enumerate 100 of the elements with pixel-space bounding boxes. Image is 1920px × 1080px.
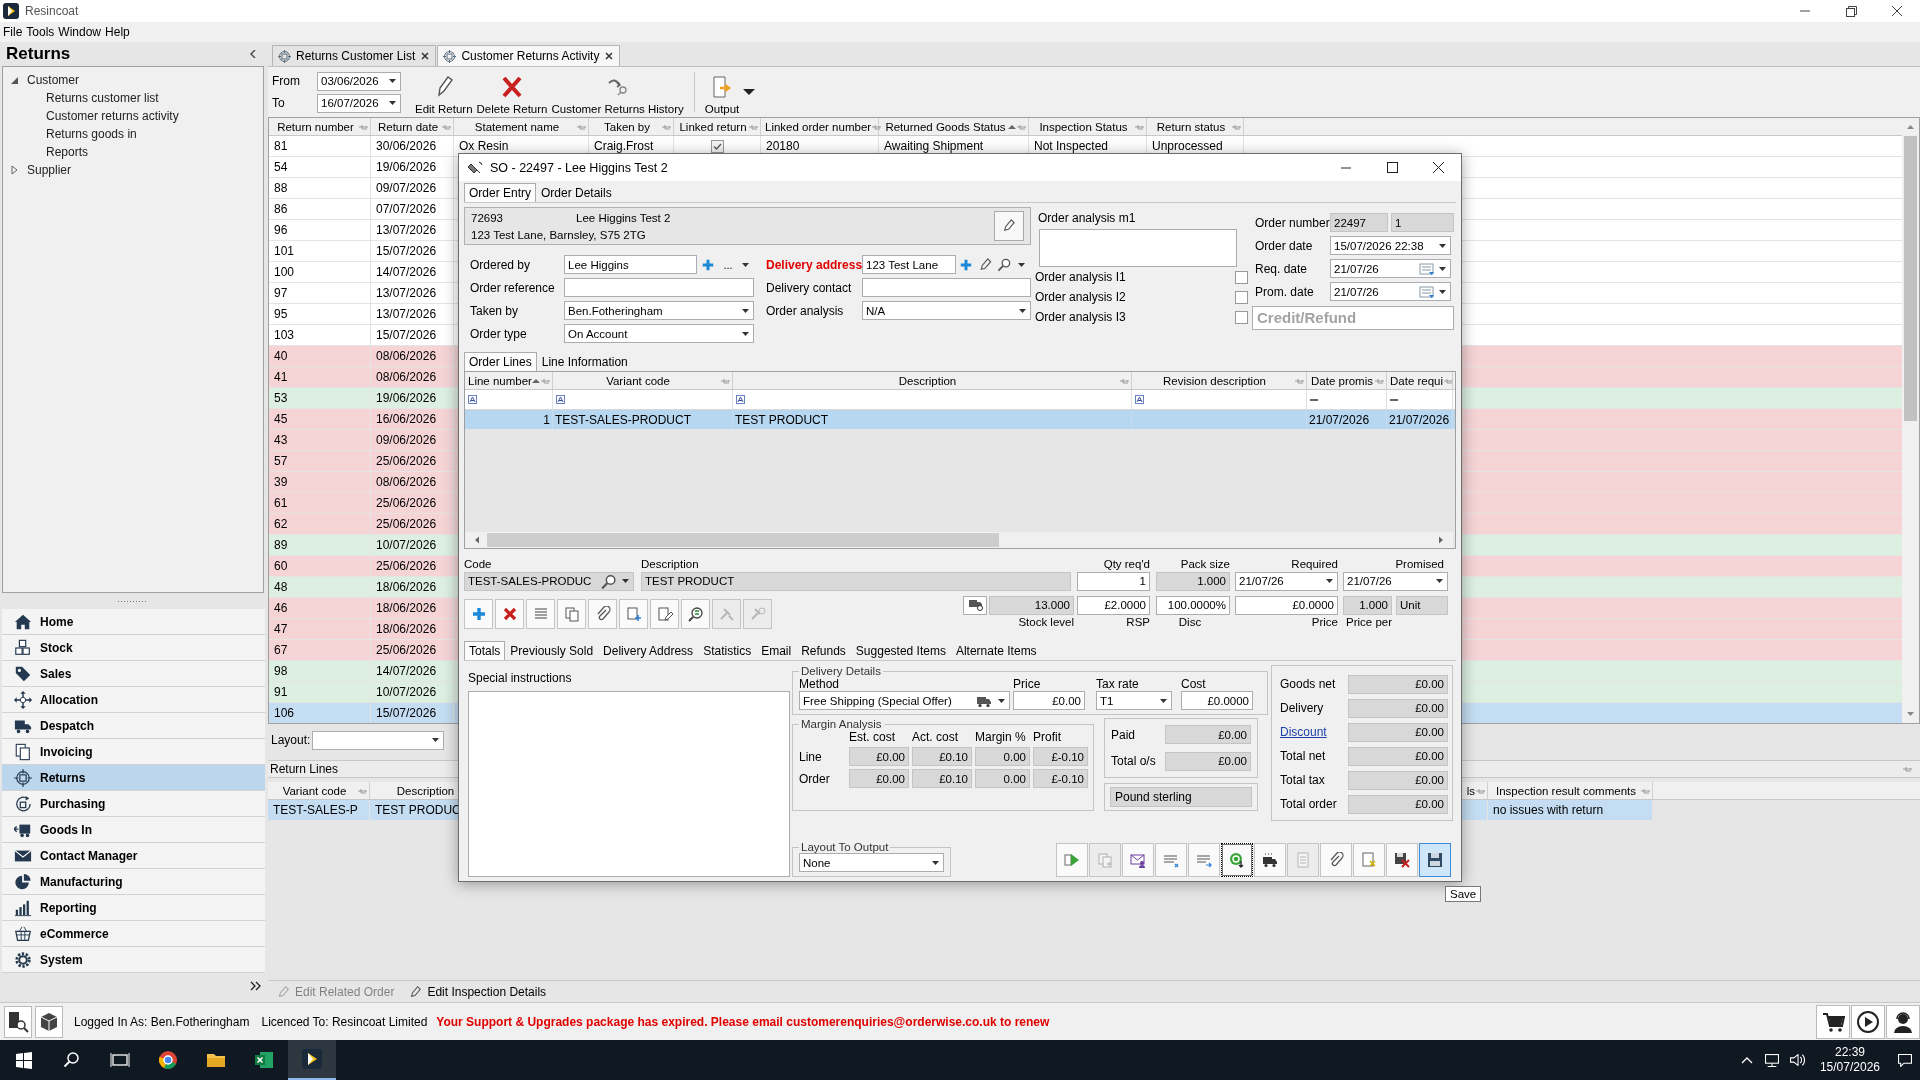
menu-item[interactable]: File xyxy=(3,25,27,39)
dropdown[interactable]: Ben.Fotheringham xyxy=(564,301,754,320)
paperclip-button[interactable] xyxy=(1320,843,1352,877)
total-field[interactable]: £0.00 xyxy=(1348,746,1448,766)
tree-item[interactable]: Returns customer list xyxy=(46,91,159,105)
column-header[interactable]: Return number xyxy=(269,118,371,135)
tab[interactable]: Alternate Items xyxy=(950,641,1042,660)
tab[interactable]: Previously Sold xyxy=(505,641,599,660)
value-field[interactable]: £-0.10 xyxy=(1033,747,1088,766)
address-field[interactable]: 123 Test Lane xyxy=(862,255,956,274)
price-per-field[interactable]: 1.000 xyxy=(1343,595,1392,615)
expand-toggle-icon[interactable] xyxy=(10,164,20,176)
tab[interactable]: Totals xyxy=(464,641,506,660)
dropdown[interactable]: N/A xyxy=(862,301,1031,320)
discount-field[interactable]: 100.0000% xyxy=(1156,595,1230,615)
code-field[interactable]: TEST-SALES-PRODUC xyxy=(464,571,634,591)
value-field[interactable]: £-0.10 xyxy=(1033,769,1088,788)
text-field[interactable] xyxy=(862,278,1031,297)
price-field[interactable]: £0.0000 xyxy=(1235,595,1338,615)
column-header[interactable]: Return date xyxy=(371,118,454,135)
delete-button[interactable]: Delete Return xyxy=(474,69,550,115)
cost-field[interactable]: £0.0000 xyxy=(1181,691,1253,710)
column-header[interactable]: Date requi xyxy=(1387,372,1453,389)
column-header[interactable]: Variant code xyxy=(553,372,733,389)
tree-item[interactable]: Returns goods in xyxy=(46,127,137,141)
output-button[interactable]: Output xyxy=(702,69,742,115)
date-field[interactable]: 21/07/26 xyxy=(1235,571,1338,591)
date-field[interactable]: 21/07/26 xyxy=(1343,571,1448,591)
dropdown[interactable]: On Account xyxy=(564,324,754,343)
tab[interactable]: Suggested Items xyxy=(850,641,951,660)
more-button[interactable]: ... xyxy=(719,255,737,274)
column-header[interactable]: Statement name xyxy=(454,118,589,135)
column-header[interactable]: Inspection Status xyxy=(1029,118,1147,135)
tab[interactable]: Delivery Address xyxy=(598,641,699,660)
tree-item[interactable]: Supplier xyxy=(27,163,72,177)
tab[interactable]: Order Details xyxy=(536,183,617,202)
document-add-button[interactable] xyxy=(619,599,648,629)
box-button[interactable] xyxy=(35,1006,63,1038)
tab[interactable]: Order Entry xyxy=(464,183,536,202)
app-button[interactable] xyxy=(288,1040,336,1080)
play-button[interactable] xyxy=(1851,1005,1885,1039)
unit-field[interactable]: Unit xyxy=(1396,595,1448,615)
nav-item[interactable]: Contact Manager xyxy=(2,843,265,869)
document-tab[interactable]: Returns Customer List xyxy=(272,45,437,66)
qty-field[interactable]: 1 xyxy=(1077,571,1150,591)
tab[interactable]: Line Information xyxy=(536,352,633,371)
scrollbar[interactable] xyxy=(1902,118,1919,723)
nav-item[interactable]: Stock xyxy=(2,635,265,661)
expand-more-button[interactable] xyxy=(249,979,261,993)
floppy-x-button[interactable] xyxy=(1386,843,1418,877)
date-field[interactable]: 21/07/26 xyxy=(1330,259,1451,278)
edit-button[interactable] xyxy=(994,211,1024,241)
close-icon[interactable] xyxy=(604,51,615,61)
nav-item[interactable]: Sales xyxy=(2,661,265,687)
envelope-button[interactable] xyxy=(1122,843,1154,877)
currency-search-button[interactable] xyxy=(681,599,710,629)
column-header[interactable]: Linked order number xyxy=(761,118,879,135)
tab[interactable]: Statistics xyxy=(698,641,757,660)
total-field[interactable]: £0.00 xyxy=(1348,794,1448,814)
nav-item[interactable]: Purchasing xyxy=(2,791,265,817)
revision-field[interactable]: 1 xyxy=(1391,213,1454,232)
document-edit-button[interactable] xyxy=(650,599,679,629)
nav-item[interactable]: Manufacturing xyxy=(2,869,265,895)
value-field[interactable]: 0.00 xyxy=(975,769,1030,788)
nav-item[interactable]: Invoicing xyxy=(2,739,265,765)
menu-item[interactable]: Help xyxy=(105,25,134,39)
column-header[interactable]: Revision description xyxy=(1132,372,1307,389)
checkbox[interactable] xyxy=(1235,310,1248,324)
edit-button[interactable]: Edit Return xyxy=(413,69,475,115)
memo-field[interactable] xyxy=(1039,229,1237,267)
checkbox[interactable] xyxy=(1235,290,1248,304)
date-field[interactable]: 21/07/26 xyxy=(1330,282,1451,301)
method-dropdown[interactable]: Free Shipping (Special Offer) xyxy=(799,691,1010,710)
value-field[interactable]: £0.00 xyxy=(849,769,909,788)
tab[interactable]: Email xyxy=(756,641,797,660)
coin-button[interactable] xyxy=(1221,843,1253,877)
play-arrow-button[interactable] xyxy=(1056,843,1088,877)
value-field[interactable]: £0.10 xyxy=(912,747,972,766)
nav-item[interactable]: eCommerce xyxy=(2,921,265,947)
order-number-field[interactable]: 22497 xyxy=(1330,213,1388,232)
column-header[interactable]: Linked return xyxy=(674,118,761,135)
total-field[interactable]: £0.00 xyxy=(1348,674,1448,694)
discount-link[interactable]: Discount xyxy=(1280,725,1348,739)
column-header[interactable]: Inspection result comments xyxy=(1488,782,1653,799)
history-button[interactable]: Customer Returns History xyxy=(549,69,686,115)
total-field[interactable]: £0.00 xyxy=(1348,722,1448,742)
column-header[interactable]: Returned Goods Status xyxy=(879,118,1029,135)
column-header[interactable]: Date promis xyxy=(1307,372,1387,389)
column-header[interactable]: Description xyxy=(733,372,1132,389)
add-button[interactable] xyxy=(464,599,493,629)
paperclip-button[interactable] xyxy=(588,599,617,629)
checkbox[interactable] xyxy=(1235,270,1248,284)
nav-item[interactable]: Despatch xyxy=(2,713,265,739)
close-icon[interactable] xyxy=(420,51,431,61)
nav-item[interactable]: System xyxy=(2,947,265,973)
delivery-price-field[interactable]: £0.00 xyxy=(1013,691,1085,710)
date-field[interactable]: 03/06/2026 xyxy=(317,71,401,91)
value-field[interactable]: £0.00 xyxy=(1165,725,1251,745)
cart-button[interactable] xyxy=(1816,1005,1850,1039)
special-instructions-field[interactable] xyxy=(468,691,790,877)
